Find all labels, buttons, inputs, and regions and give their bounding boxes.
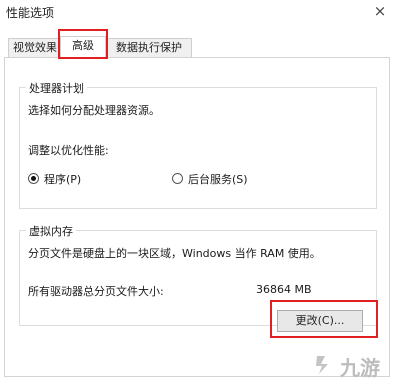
total-paging-file-label: 所有驱动器总分页文件大小:: [28, 285, 164, 298]
virtual-memory-description: 分页文件是硬盘上的一块区域，Windows 当作 RAM 使用。: [28, 247, 321, 260]
watermark-text: 九游: [340, 356, 380, 380]
watermark-logo-icon: [312, 352, 336, 376]
tab-highlight-box: [58, 29, 108, 59]
radio-programs-label[interactable]: 程序(P): [44, 171, 81, 187]
radio-background-services-label[interactable]: 后台服务(S): [188, 171, 248, 187]
processor-description: 选择如何分配处理器资源。: [28, 104, 160, 117]
tab-data-execution-prevention[interactable]: 数据执行保护: [106, 38, 192, 57]
total-paging-file-value: 36864 MB: [256, 283, 312, 296]
radio-background-services[interactable]: [172, 173, 183, 184]
processor-scheduling-group: 处理器计划 选择如何分配处理器资源。 调整以优化性能: 程序(P) 后台服务(S…: [19, 80, 377, 209]
watermark: 九游: [310, 348, 396, 384]
change-button-highlight-box: [270, 300, 378, 338]
processor-scheduling-title: 处理器计划: [26, 80, 87, 96]
window-title: 性能选项: [6, 6, 55, 20]
radio-programs[interactable]: [28, 173, 39, 184]
tab-visual-effects[interactable]: 视觉效果: [8, 38, 62, 57]
adjust-performance-label: 调整以优化性能:: [28, 144, 109, 157]
close-icon[interactable]: ×: [372, 3, 388, 19]
virtual-memory-title: 虚拟内存: [26, 223, 76, 239]
title-bar: 性能选项 ×: [0, 0, 398, 28]
